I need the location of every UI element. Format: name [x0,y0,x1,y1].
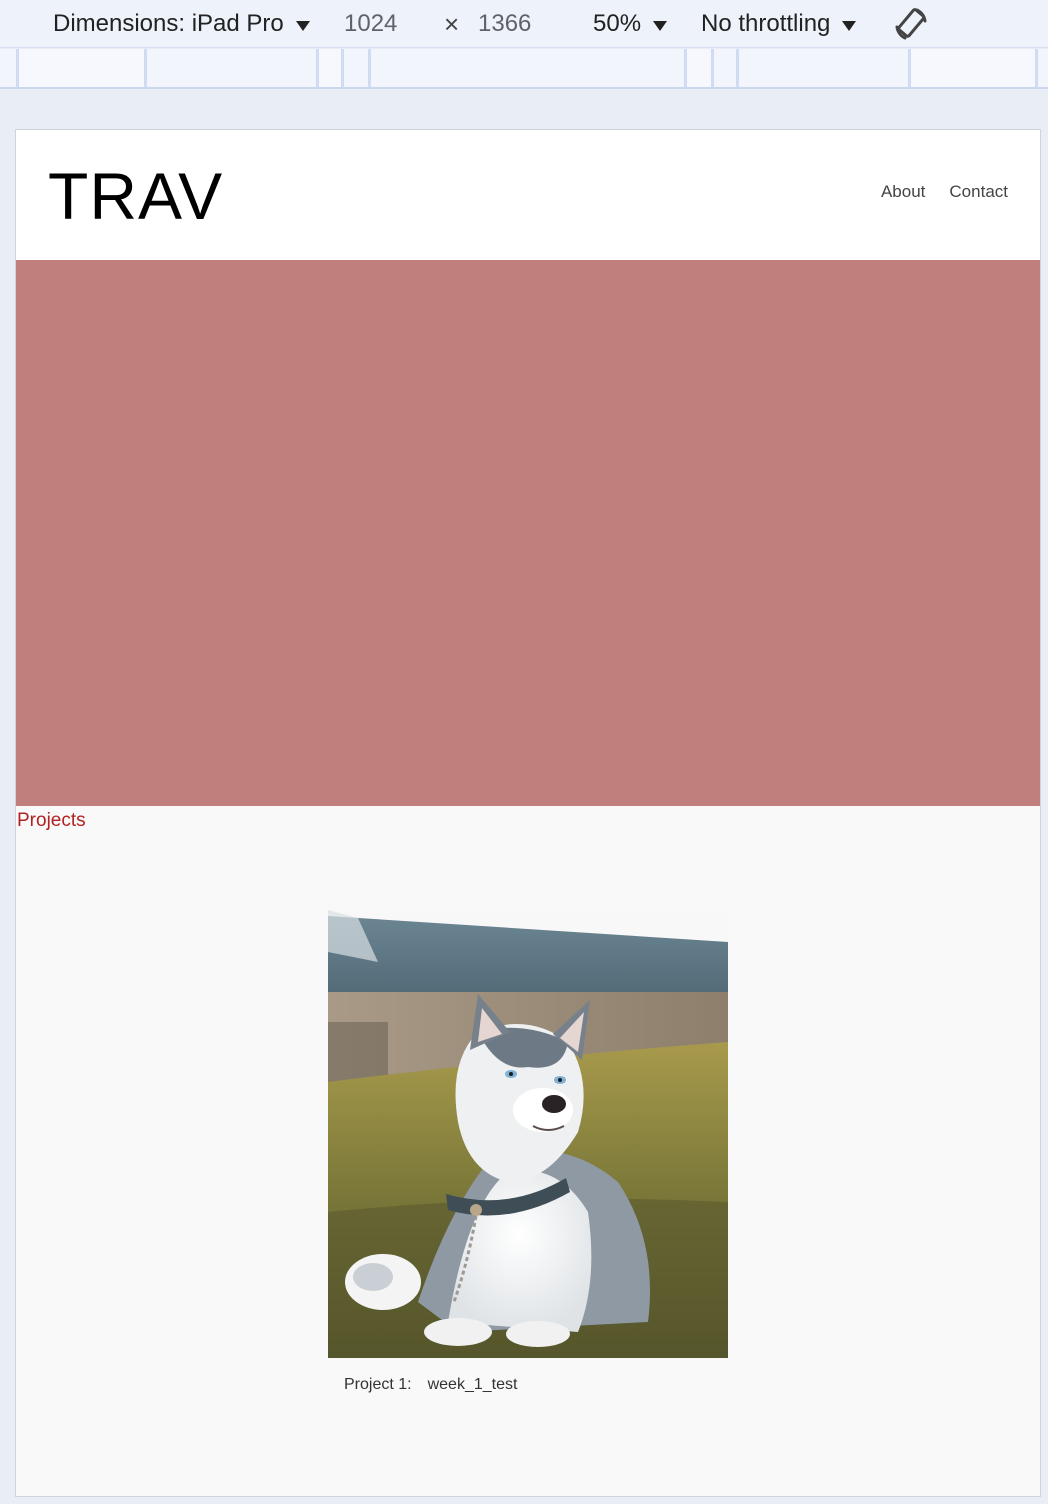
height-input[interactable]: 1366 [478,0,531,48]
zoom-dropdown[interactable]: 50% [593,0,668,48]
nav-about-link[interactable]: About [881,182,925,202]
dimensions-dropdown[interactable]: Dimensions: iPad Pro [53,0,310,48]
project-name[interactable]: week_1_test [428,1376,518,1394]
rotate-device-icon [895,8,927,40]
device-viewport: TRAV About Contact Projects Project 1: w… [15,129,1041,1497]
media-query-segment[interactable] [368,49,371,87]
width-input[interactable]: 1024 [344,0,397,48]
hero-banner [16,260,1040,806]
site-header: TRAV About Contact [16,130,1040,260]
project-image[interactable] [328,882,728,1358]
husky-dog-photo [328,882,728,1358]
project-label: Project 1: [344,1376,412,1393]
media-query-bar[interactable] [0,49,1048,89]
throttling-label: No throttling [701,10,831,37]
site-logo[interactable]: TRAV [48,158,223,234]
project-card[interactable]: Project 1: week_1_test [328,882,728,1394]
chevron-down-icon [653,20,668,31]
site-nav: About Contact [881,182,1008,202]
throttling-dropdown[interactable]: No throttling [701,0,857,48]
media-query-segment[interactable] [16,49,147,87]
project-caption: Project 1: week_1_test [328,1376,728,1394]
media-query-segment[interactable] [736,49,739,87]
chevron-down-icon [842,20,857,31]
projects-heading: Projects [17,810,86,831]
media-query-segment[interactable] [684,49,714,87]
rotate-device-button[interactable] [892,0,930,48]
times-symbol: × [444,8,460,39]
zoom-label: 50% [593,10,642,37]
dimensions-label: Dimensions: iPad Pro [53,10,284,37]
chevron-down-icon [295,20,310,31]
device-toolbar: Dimensions: iPad Pro 1024 × 1366 50% No … [0,0,1048,48]
media-query-segment[interactable] [316,49,344,87]
nav-contact-link[interactable]: Contact [949,182,1008,202]
media-query-segment[interactable] [908,49,1038,87]
